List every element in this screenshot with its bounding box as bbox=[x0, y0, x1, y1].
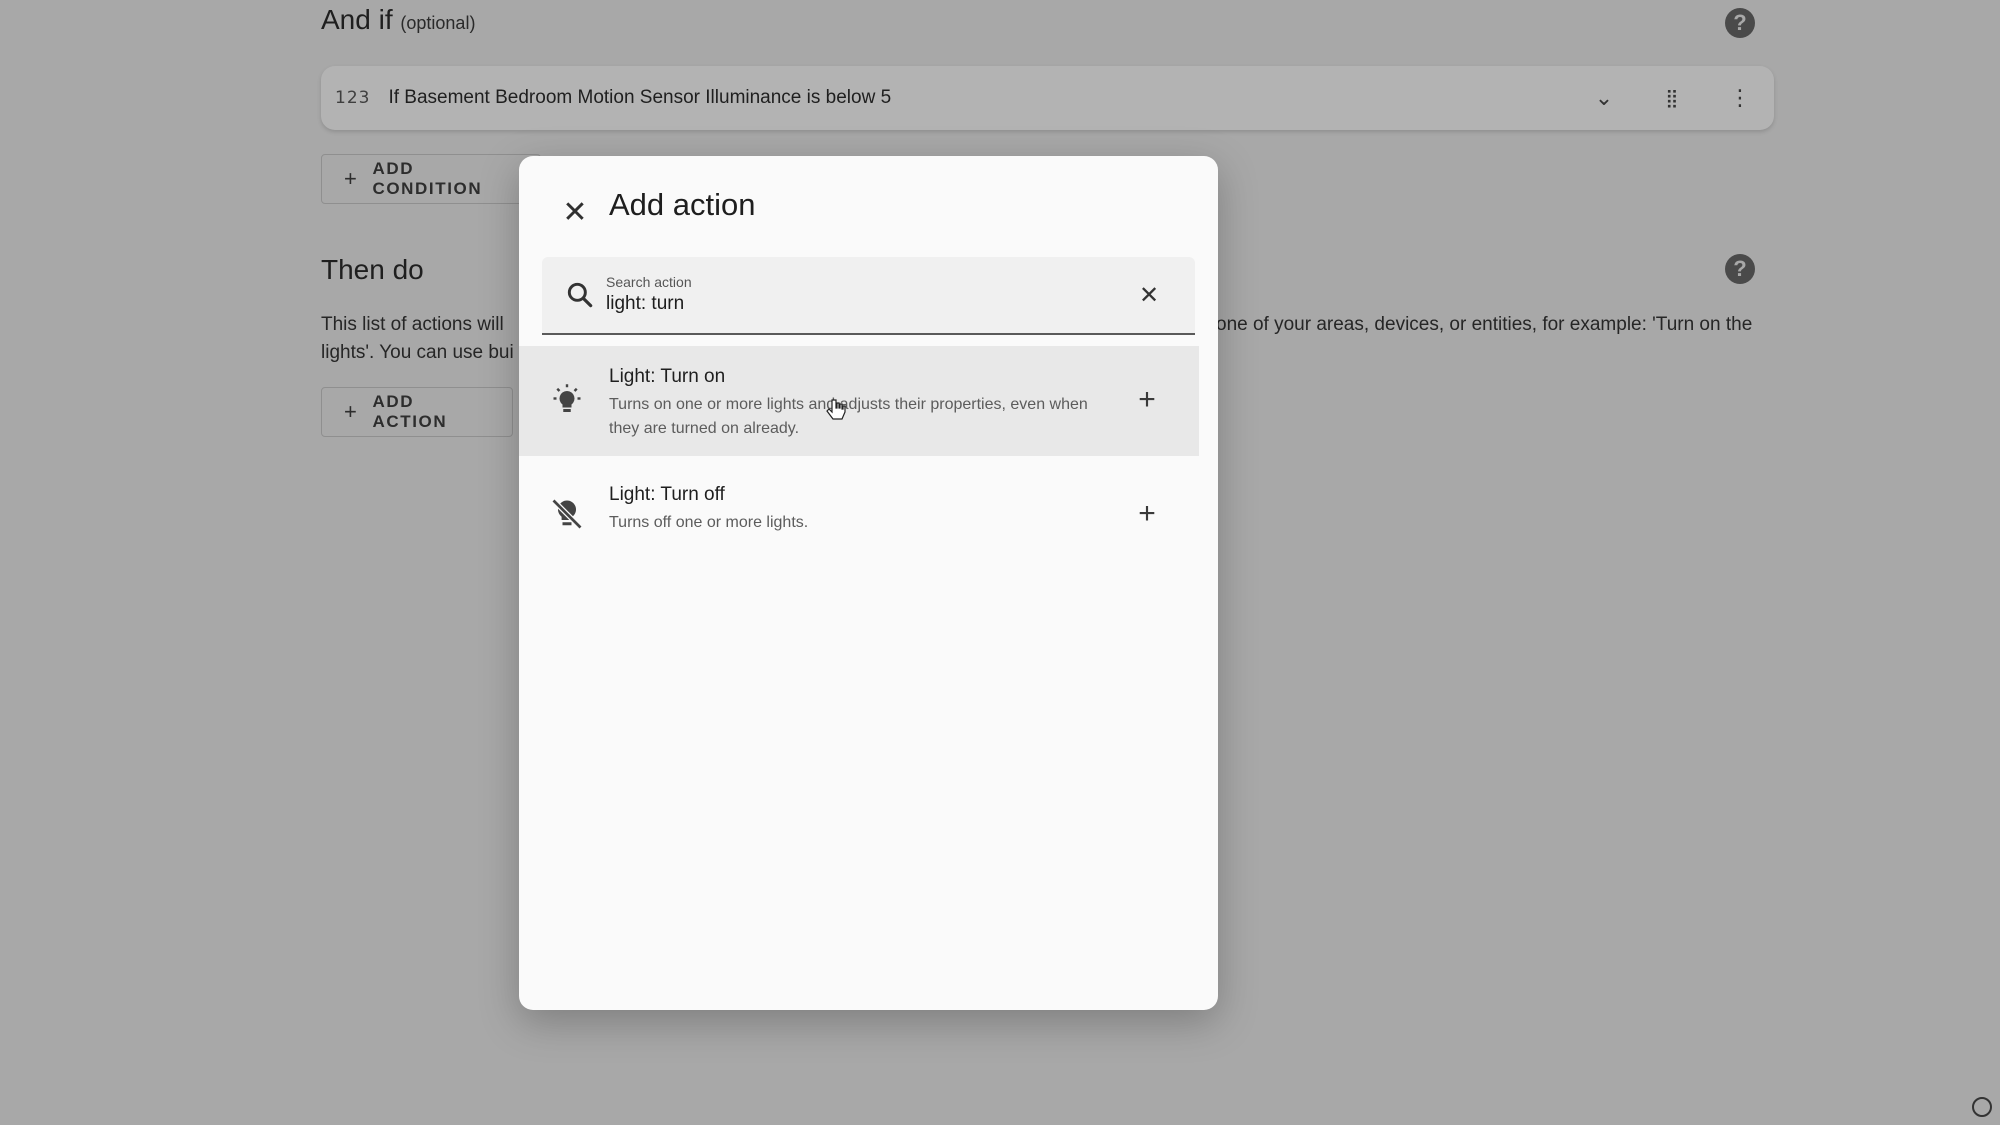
numeric-state-icon: 123 bbox=[335, 88, 371, 108]
action-item-description: Turns on one or more lights and adjusts … bbox=[609, 396, 1088, 437]
search-icon bbox=[567, 282, 593, 308]
action-item-light-turn-off[interactable]: Light: Turn off Turns off one or more li… bbox=[519, 466, 1199, 562]
condition-text: If Basement Bedroom Motion Sensor Illumi… bbox=[388, 87, 892, 108]
plus-icon[interactable]: + bbox=[1129, 496, 1165, 532]
settings-icon[interactable] bbox=[1972, 1097, 1992, 1117]
dialog-title: Add action bbox=[609, 187, 756, 222]
plus-icon: + bbox=[344, 399, 359, 424]
action-item-title: Light: Turn off bbox=[609, 484, 725, 505]
and-if-heading: And if (optional) bbox=[321, 4, 475, 36]
then-do-heading: Then do bbox=[321, 254, 424, 285]
action-item-light-turn-on[interactable]: Light: Turn on Turns on one or more ligh… bbox=[519, 346, 1199, 456]
help-icon[interactable]: ? bbox=[1725, 8, 1755, 38]
chevron-down-icon[interactable]: ⌄ bbox=[1590, 85, 1618, 111]
search-field[interactable]: Search action ✕ bbox=[542, 257, 1195, 335]
plus-icon[interactable]: + bbox=[1129, 382, 1165, 418]
search-label: Search action bbox=[606, 274, 692, 290]
then-do-description-right: one of your areas, devices, or entities,… bbox=[1216, 314, 1753, 335]
action-item-description: Turns off one or more lights. bbox=[609, 514, 809, 531]
search-input[interactable] bbox=[606, 293, 1126, 315]
dots-vertical-icon[interactable]: ⋮ bbox=[1726, 85, 1754, 111]
drag-grid-icon[interactable]: ⣿ bbox=[1658, 88, 1686, 109]
and-if-title: And if bbox=[321, 4, 393, 35]
lightbulb-on-icon bbox=[553, 384, 581, 412]
action-item-title: Light: Turn on bbox=[609, 366, 726, 387]
add-action-dialog: ✕ Add action Search action ✕ Light: Turn… bbox=[519, 156, 1218, 1010]
clear-icon[interactable]: ✕ bbox=[1131, 277, 1167, 313]
add-condition-button[interactable]: + ADD CONDITION bbox=[321, 154, 541, 204]
lightbulb-off-icon bbox=[551, 498, 583, 530]
condition-row[interactable]: 123 If Basement Bedroom Motion Sensor Il… bbox=[321, 66, 1774, 130]
add-action-button[interactable]: + ADD ACTION bbox=[321, 387, 513, 437]
help-icon[interactable]: ? bbox=[1725, 254, 1755, 284]
close-icon[interactable]: ✕ bbox=[555, 192, 595, 232]
hand-cursor-icon bbox=[826, 399, 846, 420]
optional-label: (optional) bbox=[400, 13, 476, 33]
then-do-description: This list of actions will lights'. You c… bbox=[321, 314, 514, 363]
plus-icon: + bbox=[344, 166, 359, 191]
